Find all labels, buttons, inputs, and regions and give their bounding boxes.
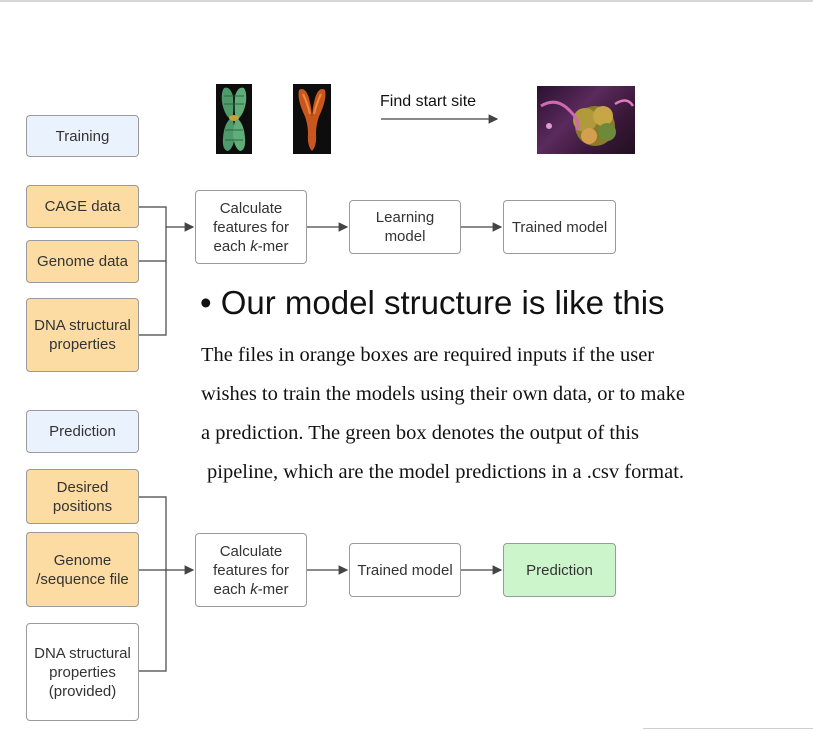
step-calculate-features-prediction: Calculate features for each k-mer xyxy=(195,533,307,607)
prediction-section-label: Prediction xyxy=(26,410,139,453)
output-trained-model: Trained model xyxy=(503,200,616,254)
input-genome-sequence-text: Genome /sequence file xyxy=(36,551,129,588)
input-dna-provided-text: DNA structural properties (provided) xyxy=(34,644,131,700)
input-cage-data: CAGE data xyxy=(26,185,139,228)
step-learning-model: Learning model xyxy=(349,200,461,254)
input-genome-data-text: Genome data xyxy=(37,253,128,270)
description-line: a prediction. The green box denotes the … xyxy=(201,422,639,444)
bottom-divider xyxy=(643,728,813,729)
output-trained-text: Trained model xyxy=(511,218,608,236)
step-calc-prediction-text: Calculate features for each k-mer xyxy=(213,542,289,598)
prediction-label-text: Prediction xyxy=(49,423,116,440)
training-label-text: Training xyxy=(55,127,110,145)
input-genome-data: Genome data xyxy=(26,240,139,283)
input-dna-structural-properties: DNA structural properties xyxy=(26,298,139,372)
description-line: wishes to train the models using their o… xyxy=(201,383,685,405)
description-line: The files in orange boxes are required i… xyxy=(201,344,655,366)
input-dna-structural-text: DNA structural properties xyxy=(34,317,131,353)
description-paragraph: The files in orange boxes are required i… xyxy=(201,336,801,492)
training-section-label: Training xyxy=(26,115,139,157)
step-trained-model-text: Trained model xyxy=(357,561,453,579)
input-desired-positions: Desired positions xyxy=(26,469,139,524)
step-calc-training-text: Calculate features for each k-mer xyxy=(213,199,289,255)
input-desired-positions-text: Desired positions xyxy=(52,478,113,515)
title-text: Our model structure is like this xyxy=(220,284,665,321)
input-dna-structural-provided: DNA structural properties (provided) xyxy=(26,623,139,721)
step-learning-text: Learning model xyxy=(375,209,435,245)
input-cage-data-text: CAGE data xyxy=(44,198,121,215)
input-genome-sequence-file: Genome /sequence file xyxy=(26,532,139,607)
output-prediction: Prediction xyxy=(503,543,616,597)
step-trained-model: Trained model xyxy=(349,543,461,597)
output-prediction-text: Prediction xyxy=(526,561,593,579)
model-structure-title: • Our model structure is like this xyxy=(200,284,665,322)
description-line: pipeline, which are the model prediction… xyxy=(207,461,685,483)
step-calculate-features-training: Calculate features for each k-mer xyxy=(195,190,307,264)
bullet-glyph: • xyxy=(200,284,212,321)
